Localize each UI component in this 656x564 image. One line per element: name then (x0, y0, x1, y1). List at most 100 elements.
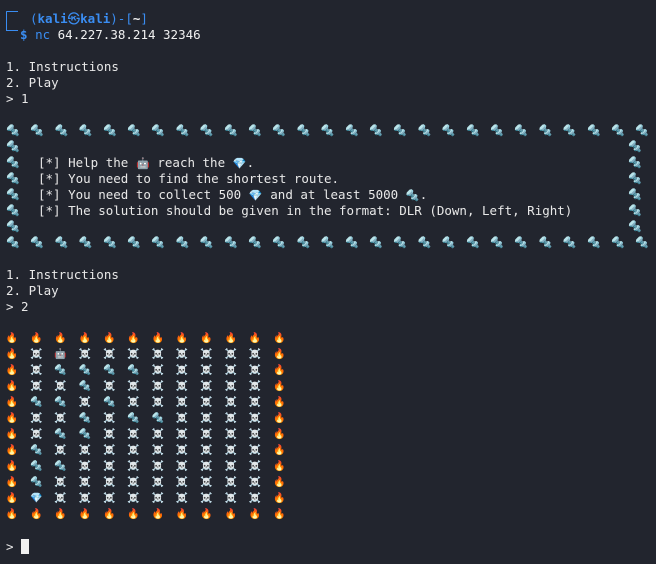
bolt-icon: 🔩 (78, 236, 93, 249)
skull-icon: ☠️ (175, 349, 189, 360)
fire-icon: 🔥 (224, 509, 237, 520)
bolt-icon: 🔩 (175, 236, 190, 249)
fire-icon: 🔥 (5, 461, 19, 472)
bolt-icon: 🔩 (562, 236, 577, 249)
fire-icon: 🔥 (102, 333, 116, 344)
robot-icon: 🤖 (135, 157, 150, 170)
bolt-icon: 🔩 (6, 172, 20, 185)
fire-icon: 🔥 (273, 493, 286, 504)
bolt-icon: 🔩 (296, 236, 311, 249)
skull-icon: ☠️ (151, 397, 165, 408)
terminal-window[interactable]: (kali㉿kali)-[~] $ nc 64.227.38.214 32346… (0, 0, 656, 564)
diamond-icon: 💎 (30, 493, 43, 504)
skull-icon: ☠️ (151, 381, 165, 392)
bolt-icon: 🔩 (441, 236, 456, 249)
fire-icon: 🔥 (200, 333, 213, 344)
bolt-icon: 🔩 (54, 429, 67, 440)
bolt-icon: 🔩 (272, 124, 287, 137)
fire-icon: 🔥 (151, 333, 165, 344)
skull-icon: ☠️ (175, 445, 189, 456)
fire-icon: 🔥 (273, 333, 286, 344)
skull-icon: ☠️ (151, 365, 165, 376)
bolt-icon: 🔩 (54, 461, 67, 472)
skull-icon: ☠️ (78, 477, 92, 488)
bolt-icon: 🔩 (151, 124, 166, 137)
bolt-icon: 🔩 (248, 236, 262, 249)
bolt-icon: 🔩 (54, 124, 69, 137)
skull-icon: ☠️ (224, 429, 237, 440)
bolt-icon: 🔩 (6, 220, 20, 233)
skull-icon: ☠️ (127, 397, 140, 408)
bolt-icon: 🔩 (30, 445, 43, 456)
fire-icon: 🔥 (273, 429, 286, 440)
skull-icon: ☠️ (102, 461, 116, 472)
skull-icon: ☠️ (54, 445, 67, 456)
fire-icon: 🔥 (30, 333, 43, 344)
diamond-icon: 💎 (248, 189, 263, 202)
bolt-icon: 🔩 (320, 124, 335, 137)
instruction-line-3: [*] You need to collect 500 💎 and at lea… (38, 187, 428, 202)
skull-icon: ☠️ (224, 413, 237, 424)
bolt-icon: 🔩 (369, 124, 383, 137)
skull-icon: ☠️ (54, 381, 67, 392)
bolt-icon: 🔩 (490, 236, 504, 249)
skull-icon: ☠️ (30, 413, 43, 424)
bolt-icon: 🔩 (6, 124, 20, 137)
bolt-icon: 🔩 (223, 124, 238, 137)
skull-icon: ☠️ (151, 349, 165, 360)
prompt-host: kali (80, 11, 111, 26)
command-name: nc (35, 27, 51, 42)
skull-icon: ☠️ (248, 349, 262, 360)
fire-icon: 🔥 (248, 333, 262, 344)
bolt-icon: 🔩 (272, 236, 287, 249)
skull-icon: ☠️ (102, 349, 116, 360)
fire-icon: 🔥 (5, 445, 19, 456)
skull-icon: ☠️ (248, 413, 262, 424)
bolt-icon: 🔩 (127, 365, 140, 376)
bolt-icon: 🔩 (248, 124, 262, 137)
text-cursor[interactable] (21, 539, 29, 554)
fire-icon: 🔥 (175, 333, 189, 344)
bolt-icon: 🔩 (405, 189, 420, 202)
menu-input-2: > 2 (6, 299, 29, 314)
bolt-icon: 🔩 (54, 397, 67, 408)
prompt-frame (6, 11, 18, 31)
skull-icon: ☠️ (78, 397, 92, 408)
skull-icon: ☠️ (224, 445, 237, 456)
instruction-line-4: [*] The solution should be given in the … (38, 203, 573, 218)
skull-icon: ☠️ (175, 381, 189, 392)
skull-icon: ☠️ (127, 381, 140, 392)
skull-icon: ☠️ (78, 493, 92, 504)
bolt-icon: 🔩 (393, 236, 408, 249)
skull-icon: ☠️ (30, 381, 43, 392)
skull-icon: ☠️ (200, 461, 213, 472)
fire-icon: 🔥 (273, 477, 286, 488)
skull-icon: ☠️ (200, 349, 213, 360)
bolt-icon: 🔩 (6, 188, 20, 201)
skull-icon: ☠️ (151, 493, 165, 504)
fire-icon: 🔥 (175, 509, 189, 520)
skull-icon: ☠️ (248, 381, 262, 392)
bolt-icon: 🔩 (628, 172, 642, 185)
skull-icon: ☠️ (224, 349, 237, 360)
skull-icon: ☠️ (200, 365, 213, 376)
prompt-user: kali (37, 11, 68, 26)
skull-icon: ☠️ (127, 349, 140, 360)
skull-icon: ☠️ (175, 493, 189, 504)
skull-icon: ☠️ (127, 477, 140, 488)
skull-icon: ☠️ (224, 493, 237, 504)
bolt-icon: 🔩 (6, 156, 20, 169)
bolt-icon: 🔩 (102, 397, 116, 408)
bolt-icon: 🔩 (562, 124, 577, 137)
fire-icon: 🔥 (224, 333, 237, 344)
menu-item-play-2: 2. Play (6, 283, 59, 298)
bolt-icon: 🔩 (465, 124, 480, 137)
skull-icon: ☠️ (151, 477, 165, 488)
skull-icon: ☠️ (151, 461, 165, 472)
bolt-icon: 🔩 (628, 156, 642, 169)
prompt-at-icon: ㉿ (67, 11, 81, 26)
fire-icon: 🔥 (273, 445, 286, 456)
skull-icon: ☠️ (54, 477, 67, 488)
instruction-line-1: [*] Help the 🤖 reach the 💎. (38, 155, 255, 170)
bolt-icon: 🔩 (490, 124, 504, 137)
